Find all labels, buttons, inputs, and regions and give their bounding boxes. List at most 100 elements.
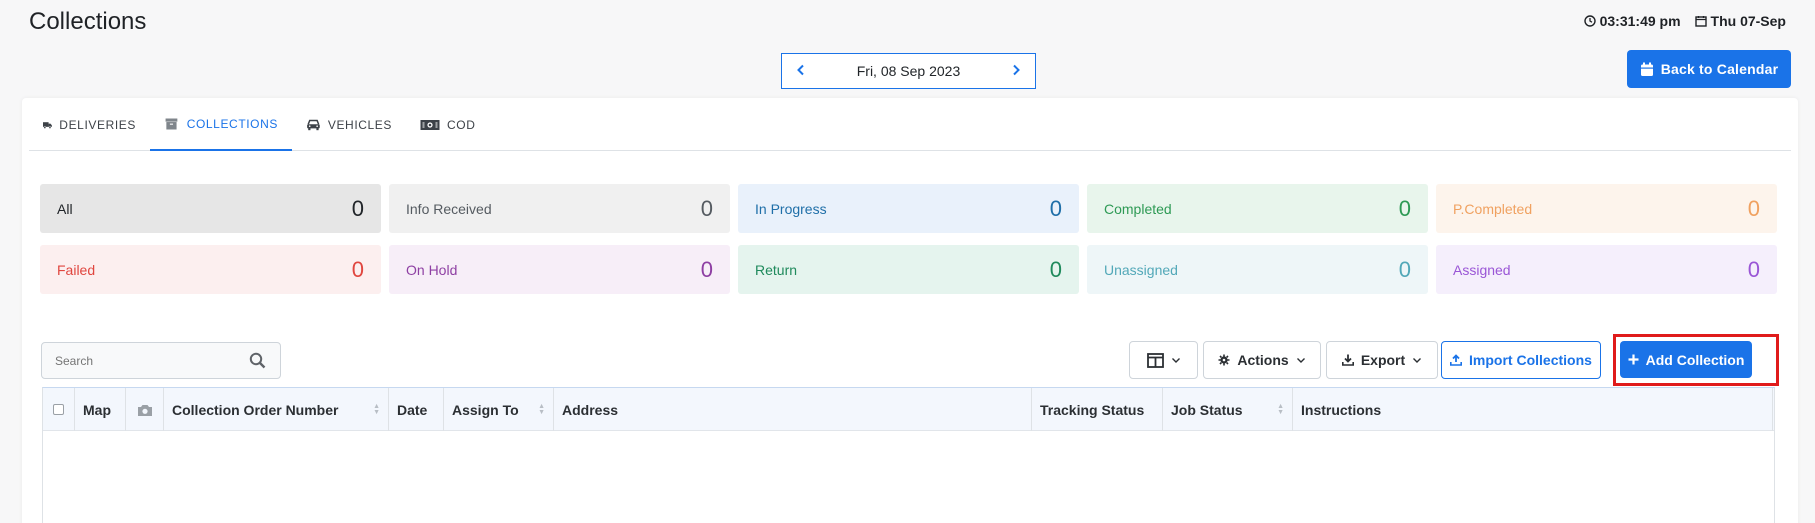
actions-dropdown-button[interactable]: Actions bbox=[1203, 341, 1321, 379]
truck-icon bbox=[43, 121, 52, 129]
car-icon bbox=[307, 119, 320, 130]
tab-label: DELIVERIES bbox=[59, 117, 136, 132]
tab-bar: DELIVERIES COLLECTIONS VEHICLES COD bbox=[29, 98, 1791, 151]
stat-count: 0 bbox=[700, 195, 713, 221]
tab-vehicles[interactable]: VEHICLES bbox=[292, 98, 406, 151]
export-label: Export bbox=[1360, 352, 1406, 368]
stat-all[interactable]: All 0 bbox=[40, 184, 381, 233]
search-icon[interactable] bbox=[249, 352, 266, 369]
import-label: Import Collections bbox=[1469, 352, 1592, 368]
collections-panel: DELIVERIES COLLECTIONS VEHICLES COD All 0… bbox=[22, 98, 1798, 523]
stat-label: All bbox=[57, 200, 73, 217]
stat-count: 0 bbox=[1747, 195, 1760, 221]
column-label: Collection Order Number bbox=[172, 401, 339, 418]
stat-label: Info Received bbox=[406, 200, 492, 217]
calendar-icon bbox=[1640, 62, 1653, 76]
column-header-address[interactable]: Address bbox=[554, 388, 1032, 431]
stat-count: 0 bbox=[1398, 195, 1411, 221]
stat-on-hold[interactable]: On Hold 0 bbox=[389, 245, 730, 294]
status-filter-grid: All 0 Info Received 0 In Progress 0 Complet… bbox=[40, 184, 1777, 294]
next-date-button[interactable] bbox=[1009, 63, 1023, 79]
stat-label: Failed bbox=[57, 261, 96, 278]
stat-failed[interactable]: Failed 0 bbox=[40, 245, 381, 294]
column-header-date[interactable]: Date bbox=[389, 388, 444, 431]
camera-icon bbox=[137, 404, 152, 416]
stat-label: In Progress bbox=[755, 200, 827, 217]
money-bill-icon bbox=[420, 119, 440, 130]
tab-label: VEHICLES bbox=[327, 117, 392, 132]
stat-label: Assigned bbox=[1453, 261, 1511, 278]
header-clock: 03:31:49 pm Thu 07-Sep bbox=[1583, 13, 1786, 29]
tab-cod[interactable]: COD bbox=[406, 98, 496, 151]
export-dropdown-button[interactable]: Export bbox=[1326, 341, 1438, 379]
actions-label: Actions bbox=[1237, 352, 1289, 368]
column-label: Date bbox=[397, 401, 428, 418]
prev-date-button[interactable] bbox=[794, 63, 808, 79]
chevron-left-icon bbox=[797, 64, 804, 76]
tab-collections[interactable]: COLLECTIONS bbox=[150, 98, 292, 151]
tab-label: COD bbox=[447, 117, 476, 132]
sort-icon: ▲ ▼ bbox=[1277, 402, 1284, 416]
column-label: Assign To bbox=[452, 401, 519, 418]
time-text: 03:31:49 pm bbox=[1599, 13, 1681, 29]
date-navigator: Fri, 08 Sep 2023 bbox=[781, 53, 1036, 89]
column-header-map[interactable]: Map bbox=[75, 388, 126, 431]
stat-info-received[interactable]: Info Received 0 bbox=[389, 184, 730, 233]
stat-label: Completed bbox=[1104, 200, 1172, 217]
highlight-box bbox=[1613, 334, 1779, 386]
time-display: 03:31:49 pm bbox=[1583, 13, 1681, 29]
select-all-checkbox[interactable] bbox=[43, 388, 75, 431]
import-collections-button[interactable]: Import Collections bbox=[1441, 341, 1601, 379]
column-header-collection-order-number[interactable]: Collection Order Number ▲ ▼ bbox=[164, 388, 389, 431]
sort-icon: ▲ ▼ bbox=[373, 402, 380, 416]
columns-icon bbox=[1146, 352, 1164, 368]
calendar-icon bbox=[1694, 16, 1707, 27]
chevron-right-icon bbox=[1013, 64, 1020, 76]
column-header-job-status[interactable]: Job Status ▲ ▼ bbox=[1163, 388, 1293, 431]
search-box bbox=[41, 342, 281, 379]
stat-count: 0 bbox=[351, 256, 364, 282]
tab-label: COLLECTIONS bbox=[186, 116, 278, 131]
stat-count: 0 bbox=[1747, 256, 1760, 282]
column-label: Instructions bbox=[1301, 401, 1382, 418]
gear-icon bbox=[1218, 354, 1230, 366]
stat-unassigned[interactable]: Unassigned 0 bbox=[1087, 245, 1428, 294]
column-header-tracking-status[interactable]: Tracking Status bbox=[1032, 388, 1163, 431]
stat-label: Unassigned bbox=[1104, 261, 1178, 278]
collections-table: Map Collection Order Number ▲ ▼ Date Assig… bbox=[42, 387, 1775, 523]
stat-completed[interactable]: Completed 0 bbox=[1087, 184, 1428, 233]
date-text: Thu 07-Sep bbox=[1710, 13, 1786, 29]
stat-label: P.Completed bbox=[1453, 200, 1533, 217]
column-visibility-button[interactable] bbox=[1129, 341, 1198, 379]
stat-assigned[interactable]: Assigned 0 bbox=[1436, 245, 1777, 294]
back-to-calendar-label: Back to Calendar bbox=[1660, 61, 1779, 77]
stat-count: 0 bbox=[1049, 195, 1062, 221]
column-header-photo[interactable] bbox=[126, 388, 164, 431]
column-header-instructions[interactable]: Instructions bbox=[1293, 388, 1773, 431]
column-label: Job Status bbox=[1171, 401, 1243, 418]
stat-count: 0 bbox=[1398, 256, 1411, 282]
current-date: Fri, 08 Sep 2023 bbox=[856, 63, 961, 79]
table-header: Map Collection Order Number ▲ ▼ Date Assig… bbox=[43, 388, 1774, 431]
page-title: Collections bbox=[29, 8, 147, 35]
date-display: Thu 07-Sep bbox=[1694, 13, 1786, 29]
tab-deliveries[interactable]: DELIVERIES bbox=[29, 98, 150, 151]
stat-in-progress[interactable]: In Progress 0 bbox=[738, 184, 1079, 233]
stat-return[interactable]: Return 0 bbox=[738, 245, 1079, 294]
search-input[interactable] bbox=[55, 353, 235, 368]
sort-icon: ▲ ▼ bbox=[538, 402, 545, 416]
column-header-assign-to[interactable]: Assign To ▲ ▼ bbox=[444, 388, 554, 431]
chevron-down-icon bbox=[1171, 358, 1180, 363]
stat-count: 0 bbox=[1049, 256, 1062, 282]
stat-count: 0 bbox=[700, 256, 713, 282]
download-icon bbox=[1341, 354, 1354, 366]
upload-icon bbox=[1450, 354, 1463, 366]
back-to-calendar-button[interactable]: Back to Calendar bbox=[1627, 50, 1791, 88]
archive-box-icon bbox=[165, 118, 178, 129]
column-label: Tracking Status bbox=[1040, 401, 1145, 418]
chevron-down-icon bbox=[1413, 358, 1422, 363]
stat-p-completed[interactable]: P.Completed 0 bbox=[1436, 184, 1777, 233]
stat-count: 0 bbox=[351, 195, 364, 221]
stat-label: On Hold bbox=[406, 261, 458, 278]
chevron-down-icon bbox=[1296, 358, 1305, 363]
